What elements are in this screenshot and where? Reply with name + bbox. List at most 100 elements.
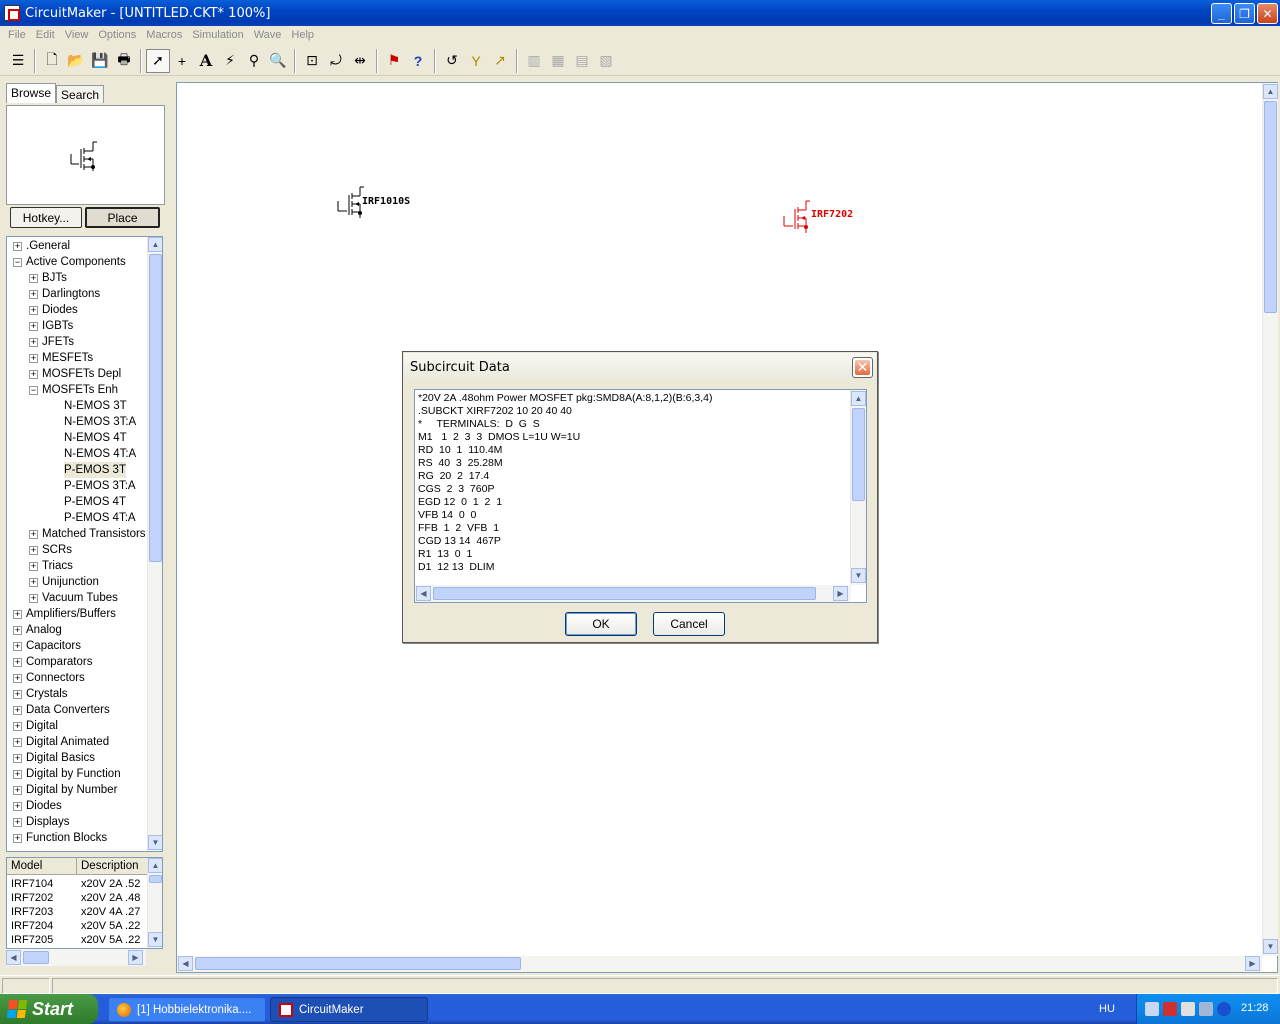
tree-node[interactable]: + Displays bbox=[7, 814, 147, 830]
tree-node[interactable]: + IGBTs bbox=[7, 318, 147, 334]
collapse-icon[interactable]: − bbox=[29, 386, 38, 395]
expand-icon[interactable]: + bbox=[13, 834, 22, 843]
scroll-right-icon[interactable]: ▶ bbox=[1245, 956, 1260, 971]
table-row[interactable]: IRF7205 x20V 5A .22 bbox=[7, 933, 147, 947]
open-folder-icon[interactable]: 📂 bbox=[64, 49, 88, 73]
menu-simulation[interactable]: Simulation bbox=[187, 29, 248, 41]
tree-node[interactable]: − MOSFETs Enh bbox=[7, 382, 147, 398]
expand-icon[interactable]: + bbox=[13, 738, 22, 747]
help-icon[interactable]: ? bbox=[406, 49, 430, 73]
reset-icon[interactable]: ↺ bbox=[440, 49, 464, 73]
restore-button[interactable]: ❐ bbox=[1234, 3, 1255, 24]
arrow-tool-icon[interactable]: ➚ bbox=[146, 48, 170, 73]
network-icon[interactable] bbox=[1145, 1002, 1159, 1016]
tree-node[interactable]: + Capacitors bbox=[7, 638, 147, 654]
expand-icon[interactable]: + bbox=[13, 242, 22, 251]
expand-icon[interactable]: + bbox=[29, 578, 38, 587]
menu-file[interactable]: File bbox=[3, 29, 31, 41]
model-hscrollbar[interactable]: ◀ ▶ bbox=[6, 949, 146, 966]
tree-node[interactable]: + Diodes bbox=[7, 302, 147, 318]
tree-node[interactable]: + Comparators bbox=[7, 654, 147, 670]
wand-tool-icon[interactable]: ⚲ bbox=[242, 49, 266, 73]
scroll-right-icon[interactable]: ▶ bbox=[128, 950, 143, 965]
menu-macros[interactable]: Macros bbox=[141, 29, 187, 41]
tree-node[interactable]: + Amplifiers/Buffers bbox=[7, 606, 147, 622]
tree-node[interactable]: + Analog bbox=[7, 622, 147, 638]
component-tree[interactable]: + .General − Active Components + BJTs + Darling… bbox=[6, 236, 163, 852]
scroll-down-icon[interactable]: ▼ bbox=[148, 835, 162, 850]
save-icon[interactable]: 💾 bbox=[88, 49, 112, 73]
tree-node[interactable]: + .General bbox=[7, 238, 147, 254]
model-table[interactable]: Model Description IRF7104 x20V 2A .52 IRF7… bbox=[6, 857, 163, 949]
minimize-button[interactable]: _ bbox=[1211, 3, 1232, 24]
probe-icon[interactable]: Y bbox=[464, 49, 488, 73]
tab-browse[interactable]: Browse bbox=[6, 83, 57, 103]
scroll-thumb[interactable] bbox=[195, 957, 521, 970]
scroll-thumb[interactable] bbox=[149, 875, 162, 883]
expand-icon[interactable]: + bbox=[29, 546, 38, 555]
text-tool-icon[interactable]: A bbox=[194, 49, 218, 73]
bode-icon[interactable]: ▧ bbox=[594, 49, 618, 73]
column-model[interactable]: Model bbox=[7, 858, 77, 874]
table-row[interactable]: IRF7204 x20V 5A .22 bbox=[7, 919, 147, 933]
expand-icon[interactable]: + bbox=[29, 594, 38, 603]
menu-help[interactable]: Help bbox=[286, 29, 319, 41]
expand-icon[interactable]: + bbox=[29, 322, 38, 331]
scroll-thumb[interactable] bbox=[433, 587, 816, 600]
scroll-up-icon[interactable]: ▲ bbox=[148, 237, 162, 252]
expand-icon[interactable]: + bbox=[29, 290, 38, 299]
tree-node[interactable]: N-EMOS 3T bbox=[7, 398, 147, 414]
tree-node[interactable]: + JFETs bbox=[7, 334, 147, 350]
analysis-icon[interactable]: ▥ bbox=[522, 49, 546, 73]
start-button[interactable]: Start bbox=[0, 994, 98, 1024]
wire-tool-icon[interactable]: + bbox=[170, 49, 194, 73]
scope-icon[interactable]: ▦ bbox=[546, 49, 570, 73]
expand-icon[interactable]: + bbox=[13, 642, 22, 651]
tree-node[interactable]: + MESFETs bbox=[7, 350, 147, 366]
subcircuit-text-area[interactable]: *20V 2A .48ohm Power MOSFET pkg:SMD8A(A:… bbox=[414, 389, 867, 603]
tree-node[interactable]: P-EMOS 4T bbox=[7, 494, 147, 510]
tree-scrollbar[interactable]: ▲ ▼ bbox=[147, 237, 162, 851]
trace-icon[interactable]: ↗ bbox=[488, 49, 512, 73]
tree-node[interactable]: + Function Blocks bbox=[7, 830, 147, 846]
expand-icon[interactable]: + bbox=[13, 690, 22, 699]
ok-button[interactable]: OK bbox=[565, 612, 637, 636]
tree-node[interactable]: + Vacuum Tubes bbox=[7, 590, 147, 606]
expand-icon[interactable]: + bbox=[29, 370, 38, 379]
expand-icon[interactable]: + bbox=[13, 674, 22, 683]
tree-node[interactable]: + Darlingtons bbox=[7, 286, 147, 302]
taskbar-item-circuitmaker[interactable]: CircuitMaker bbox=[270, 997, 428, 1022]
expand-icon[interactable]: + bbox=[13, 802, 22, 811]
close-button[interactable]: ✕ bbox=[1257, 3, 1278, 24]
table-row[interactable]: IRF7104 x20V 2A .52 bbox=[7, 877, 147, 891]
component-label[interactable]: IRF1010S bbox=[362, 196, 410, 207]
collapse-icon[interactable]: − bbox=[13, 258, 22, 267]
tree-node[interactable]: + BJTs bbox=[7, 270, 147, 286]
tree-node[interactable]: N-EMOS 4T bbox=[7, 430, 147, 446]
bluetooth-icon[interactable] bbox=[1217, 1002, 1231, 1016]
zoom-tool-icon[interactable]: 🔍 bbox=[266, 49, 290, 73]
scroll-up-icon[interactable]: ▲ bbox=[1263, 84, 1278, 99]
scroll-up-icon[interactable]: ▲ bbox=[851, 391, 866, 406]
model-scrollbar[interactable]: ▲ ▼ bbox=[147, 858, 162, 948]
expand-icon[interactable]: + bbox=[13, 706, 22, 715]
volume-icon[interactable] bbox=[1181, 1002, 1195, 1016]
tree-node[interactable]: + Digital Basics bbox=[7, 750, 147, 766]
scroll-thumb[interactable] bbox=[852, 408, 865, 501]
tree-node[interactable]: + SCRs bbox=[7, 542, 147, 558]
expand-icon[interactable]: + bbox=[29, 274, 38, 283]
scroll-thumb[interactable] bbox=[149, 254, 162, 562]
tree-node[interactable]: + Digital by Number bbox=[7, 782, 147, 798]
text-vscrollbar[interactable]: ▲ ▼ bbox=[850, 390, 866, 585]
place-button[interactable]: Place bbox=[85, 207, 160, 228]
table-row[interactable]: IRF7203 x20V 4A .27 bbox=[7, 905, 147, 919]
scroll-left-icon[interactable]: ◀ bbox=[178, 956, 193, 971]
tree-node[interactable]: + Digital bbox=[7, 718, 147, 734]
clock[interactable]: 21:28 bbox=[1241, 1002, 1269, 1014]
component-label-selected[interactable]: IRF7202 bbox=[811, 209, 853, 220]
antivirus-icon[interactable] bbox=[1163, 1002, 1177, 1016]
tree-node[interactable]: + Diodes bbox=[7, 798, 147, 814]
menu-options[interactable]: Options bbox=[93, 29, 141, 41]
expand-icon[interactable]: + bbox=[29, 306, 38, 315]
menu-view[interactable]: View bbox=[60, 29, 94, 41]
